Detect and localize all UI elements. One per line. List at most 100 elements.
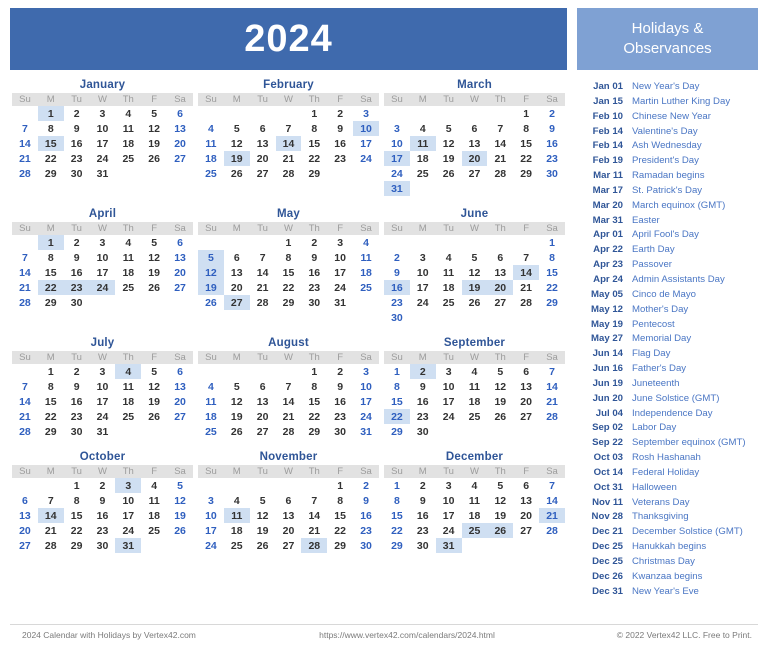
day-cell[interactable]: 15 bbox=[301, 394, 327, 409]
day-cell[interactable]: 22 bbox=[38, 409, 64, 424]
day-cell[interactable]: 16 bbox=[64, 136, 90, 151]
day-cell[interactable]: 13 bbox=[513, 379, 539, 394]
day-cell[interactable]: 14 bbox=[12, 136, 38, 151]
day-cell[interactable]: 3 bbox=[90, 106, 116, 121]
day-cell[interactable]: 18 bbox=[198, 409, 224, 424]
day-cell[interactable]: 14 bbox=[539, 379, 565, 394]
day-cell[interactable]: 24 bbox=[90, 151, 116, 166]
day-cell[interactable]: 11 bbox=[115, 250, 141, 265]
day-cell[interactable]: 22 bbox=[513, 151, 539, 166]
day-cell[interactable]: 31 bbox=[90, 166, 116, 181]
day-cell[interactable]: 2 bbox=[64, 364, 90, 379]
day-cell[interactable]: 18 bbox=[115, 394, 141, 409]
day-cell[interactable]: 13 bbox=[276, 508, 302, 523]
day-cell[interactable]: 24 bbox=[90, 409, 116, 424]
day-cell[interactable]: 7 bbox=[12, 379, 38, 394]
day-cell[interactable]: 27 bbox=[223, 295, 250, 310]
day-cell[interactable]: 19 bbox=[487, 508, 513, 523]
day-cell[interactable]: 16 bbox=[327, 136, 353, 151]
day-cell[interactable]: 20 bbox=[167, 265, 193, 280]
day-cell[interactable]: 14 bbox=[487, 136, 513, 151]
day-cell[interactable]: 23 bbox=[301, 280, 327, 295]
day-cell[interactable]: 16 bbox=[90, 508, 116, 523]
day-cell[interactable]: 17 bbox=[410, 280, 436, 295]
day-cell[interactable]: 12 bbox=[167, 493, 193, 508]
day-cell[interactable]: 11 bbox=[115, 379, 141, 394]
day-cell[interactable]: 1 bbox=[38, 364, 64, 379]
day-cell[interactable]: 29 bbox=[384, 424, 410, 439]
day-cell[interactable]: 8 bbox=[384, 379, 410, 394]
day-cell[interactable]: 22 bbox=[327, 523, 353, 538]
day-cell[interactable]: 26 bbox=[167, 523, 193, 538]
day-cell[interactable]: 22 bbox=[301, 409, 327, 424]
day-cell[interactable]: 2 bbox=[64, 235, 90, 250]
day-cell[interactable]: 24 bbox=[115, 523, 141, 538]
day-cell[interactable]: 2 bbox=[384, 250, 410, 265]
day-cell[interactable]: 27 bbox=[12, 538, 38, 553]
day-cell[interactable]: 23 bbox=[327, 151, 353, 166]
day-cell[interactable]: 26 bbox=[487, 409, 513, 424]
day-cell[interactable]: 26 bbox=[141, 409, 167, 424]
day-cell[interactable]: 21 bbox=[539, 508, 565, 523]
day-cell[interactable]: 10 bbox=[115, 493, 141, 508]
day-cell[interactable]: 6 bbox=[12, 493, 38, 508]
day-cell[interactable]: 29 bbox=[513, 166, 539, 181]
day-cell[interactable]: 21 bbox=[276, 409, 302, 424]
day-cell[interactable]: 27 bbox=[513, 409, 539, 424]
day-cell[interactable]: 29 bbox=[276, 295, 302, 310]
day-cell[interactable]: 21 bbox=[12, 280, 38, 295]
day-cell[interactable]: 30 bbox=[384, 310, 410, 325]
day-cell[interactable]: 9 bbox=[301, 250, 327, 265]
day-cell[interactable]: 17 bbox=[90, 136, 116, 151]
day-cell[interactable]: 6 bbox=[250, 121, 276, 136]
day-cell[interactable]: 27 bbox=[487, 295, 513, 310]
day-cell[interactable]: 9 bbox=[64, 121, 90, 136]
day-cell[interactable]: 17 bbox=[384, 151, 410, 166]
day-cell[interactable]: 24 bbox=[198, 538, 224, 553]
day-cell[interactable]: 29 bbox=[301, 166, 327, 181]
day-cell[interactable]: 25 bbox=[198, 424, 224, 439]
day-cell[interactable]: 16 bbox=[410, 508, 436, 523]
day-cell[interactable]: 3 bbox=[384, 121, 410, 136]
day-cell[interactable]: 29 bbox=[38, 295, 64, 310]
day-cell[interactable]: 6 bbox=[224, 250, 250, 265]
day-cell[interactable]: 3 bbox=[327, 235, 353, 250]
day-cell[interactable]: 18 bbox=[224, 523, 250, 538]
day-cell[interactable]: 7 bbox=[539, 478, 565, 493]
day-cell[interactable]: 28 bbox=[301, 538, 328, 553]
day-cell[interactable]: 26 bbox=[436, 166, 462, 181]
day-cell[interactable]: 13 bbox=[250, 136, 276, 151]
day-cell[interactable]: 15 bbox=[38, 265, 64, 280]
day-cell[interactable]: 9 bbox=[327, 121, 353, 136]
day-cell[interactable]: 15 bbox=[327, 508, 353, 523]
day-cell[interactable]: 1 bbox=[64, 478, 90, 493]
day-cell[interactable]: 23 bbox=[384, 295, 410, 310]
day-cell[interactable]: 17 bbox=[327, 265, 353, 280]
day-cell[interactable]: 20 bbox=[250, 409, 276, 424]
day-cell[interactable]: 19 bbox=[461, 280, 488, 295]
day-cell[interactable]: 4 bbox=[410, 121, 436, 136]
day-cell[interactable]: 28 bbox=[276, 424, 302, 439]
day-cell[interactable]: 14 bbox=[12, 265, 38, 280]
day-cell[interactable]: 7 bbox=[487, 121, 513, 136]
day-cell[interactable]: 31 bbox=[435, 538, 462, 553]
day-cell[interactable]: 20 bbox=[461, 151, 488, 166]
day-cell[interactable]: 19 bbox=[224, 409, 250, 424]
day-cell[interactable]: 4 bbox=[115, 364, 142, 379]
day-cell[interactable]: 10 bbox=[436, 379, 462, 394]
day-cell[interactable]: 5 bbox=[167, 478, 193, 493]
day-cell[interactable]: 25 bbox=[353, 280, 379, 295]
day-cell[interactable]: 12 bbox=[224, 136, 250, 151]
day-cell[interactable]: 12 bbox=[198, 265, 224, 280]
day-cell[interactable]: 20 bbox=[487, 280, 514, 295]
day-cell[interactable]: 3 bbox=[353, 106, 379, 121]
day-cell[interactable]: 12 bbox=[487, 493, 513, 508]
day-cell[interactable]: 7 bbox=[276, 121, 302, 136]
day-cell[interactable]: 28 bbox=[12, 295, 38, 310]
day-cell[interactable]: 21 bbox=[487, 151, 513, 166]
day-cell[interactable]: 24 bbox=[89, 280, 116, 295]
day-cell[interactable]: 4 bbox=[198, 121, 224, 136]
day-cell[interactable]: 26 bbox=[141, 151, 167, 166]
day-cell[interactable]: 9 bbox=[64, 250, 90, 265]
day-cell[interactable]: 4 bbox=[141, 478, 167, 493]
